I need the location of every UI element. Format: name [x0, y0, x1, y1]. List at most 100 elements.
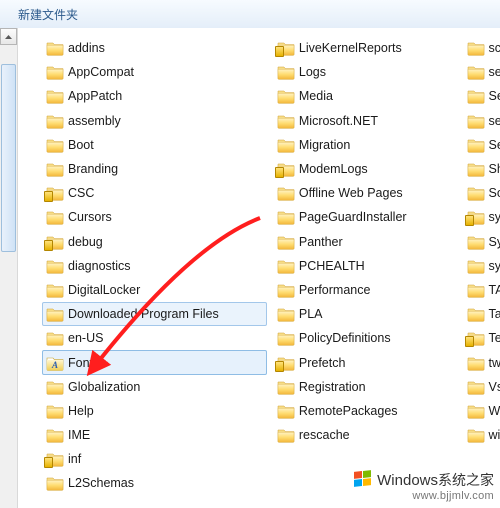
folder-item[interactable]: PageGuardInstaller — [273, 205, 457, 229]
folder-item[interactable]: PCHEALTH — [273, 254, 457, 278]
folder-item[interactable]: RemotePackages — [273, 399, 457, 423]
folder-item[interactable]: Microsoft.NET — [273, 109, 457, 133]
scroll-up-button[interactable] — [0, 28, 17, 45]
folder-item[interactable]: ModemLogs — [273, 157, 457, 181]
folder-item[interactable]: Tas — [463, 302, 500, 326]
folder-item[interactable]: Panther — [273, 230, 457, 254]
folder-item[interactable]: Ser — [463, 84, 500, 108]
folder-item[interactable]: Sys — [463, 230, 500, 254]
folder-item[interactable]: Migration — [273, 133, 457, 157]
folder-label: CSC — [68, 186, 94, 200]
folder-label: Registration — [299, 380, 366, 394]
folder-item[interactable]: Vss — [463, 375, 500, 399]
folder-label: Prefetch — [299, 356, 346, 370]
folder-item[interactable]: Downloaded Program Files — [42, 302, 267, 326]
folder-icon — [467, 355, 485, 371]
folder-item[interactable]: Globalization — [42, 375, 267, 399]
folder-label: Help — [68, 404, 94, 418]
folder-item[interactable]: Logs — [273, 60, 457, 84]
folder-icon — [46, 209, 64, 225]
vertical-scrollbar[interactable] — [0, 28, 18, 508]
folder-item[interactable]: diagnostics — [42, 254, 267, 278]
folder-label: wir — [489, 428, 500, 442]
folder-item[interactable]: Offline Web Pages — [273, 181, 457, 205]
folder-label: Offline Web Pages — [299, 186, 403, 200]
folder-item[interactable]: Sof — [463, 181, 500, 205]
folder-item[interactable]: Cursors — [42, 205, 267, 229]
folder-label: debug — [68, 235, 103, 249]
folder-item[interactable]: wir — [463, 423, 500, 447]
folder-item[interactable]: sec — [463, 60, 500, 84]
folder-label: sch — [489, 41, 500, 55]
folder-label: RemotePackages — [299, 404, 398, 418]
folder-item[interactable]: en-US — [42, 326, 267, 350]
folder-item[interactable]: We — [463, 399, 500, 423]
folder-item[interactable]: sys — [463, 205, 500, 229]
folder-icon — [46, 258, 64, 274]
folder-icon — [467, 40, 485, 56]
folder-item[interactable]: TA — [463, 278, 500, 302]
folder-icon — [277, 306, 295, 322]
folder-item[interactable]: PolicyDefinitions — [273, 326, 457, 350]
folder-item[interactable]: rescache — [273, 423, 457, 447]
folder-item[interactable]: She — [463, 157, 500, 181]
folder-item[interactable]: AppPatch — [42, 84, 267, 108]
folder-item[interactable]: Prefetch — [273, 350, 457, 374]
folder-label: Vss — [489, 380, 500, 394]
folder-label: Tas — [489, 307, 500, 321]
scroll-thumb[interactable] — [1, 64, 16, 252]
folder-item[interactable]: PLA — [273, 302, 457, 326]
folder-icon — [46, 161, 64, 177]
folder-item[interactable]: L2Schemas — [42, 471, 267, 495]
folder-item[interactable]: AFonts — [42, 350, 267, 374]
folder-label: inf — [68, 452, 81, 466]
folder-item[interactable]: assembly — [42, 109, 267, 133]
folder-item[interactable]: sys — [463, 254, 500, 278]
folder-item[interactable]: twa — [463, 350, 500, 374]
folder-icon — [467, 234, 485, 250]
folder-item[interactable]: Tel — [463, 326, 500, 350]
folder-item[interactable]: DigitalLocker — [42, 278, 267, 302]
folder-label: AppCompat — [68, 65, 134, 79]
folder-icon — [467, 403, 485, 419]
folder-label: PolicyDefinitions — [299, 331, 391, 345]
folder-icon — [467, 306, 485, 322]
folder-label: Cursors — [68, 210, 112, 224]
folder-item[interactable]: addins — [42, 36, 267, 60]
folder-icon — [277, 161, 295, 177]
folder-label: TA — [489, 283, 500, 297]
folder-item[interactable]: Boot — [42, 133, 267, 157]
fonts-folder-icon: A — [46, 355, 64, 371]
folder-label: Panther — [299, 235, 343, 249]
folder-icon — [46, 88, 64, 104]
folder-item[interactable]: Performance — [273, 278, 457, 302]
folder-item[interactable]: Set — [463, 133, 500, 157]
folder-item[interactable]: debug — [42, 230, 267, 254]
folder-label: addins — [68, 41, 105, 55]
folder-icon — [277, 209, 295, 225]
folder-item[interactable]: sch — [463, 36, 500, 60]
folder-icon — [46, 306, 64, 322]
folder-label: Downloaded Program Files — [68, 307, 219, 321]
folder-icon — [46, 403, 64, 419]
folder-item[interactable]: AppCompat — [42, 60, 267, 84]
new-folder-button[interactable]: 新建文件夹 — [12, 4, 84, 25]
folder-item[interactable]: CSC — [42, 181, 267, 205]
folder-icon — [277, 234, 295, 250]
folder-icon — [467, 282, 485, 298]
folder-item[interactable]: inf — [42, 447, 267, 471]
folder-item[interactable]: IME — [42, 423, 267, 447]
folder-label: AppPatch — [68, 89, 122, 103]
folder-item[interactable]: Branding — [42, 157, 267, 181]
folder-item[interactable]: Media — [273, 84, 457, 108]
folder-label: Migration — [299, 138, 350, 152]
folder-item[interactable]: LiveKernelReports — [273, 36, 457, 60]
folder-icon — [467, 258, 485, 274]
folder-label: PLA — [299, 307, 323, 321]
folder-label: DigitalLocker — [68, 283, 140, 297]
folder-item[interactable]: Help — [42, 399, 267, 423]
folder-item[interactable]: Registration — [273, 375, 457, 399]
folder-item[interactable]: ser — [463, 109, 500, 133]
folder-icon — [467, 209, 485, 225]
folder-label: sys — [489, 210, 500, 224]
